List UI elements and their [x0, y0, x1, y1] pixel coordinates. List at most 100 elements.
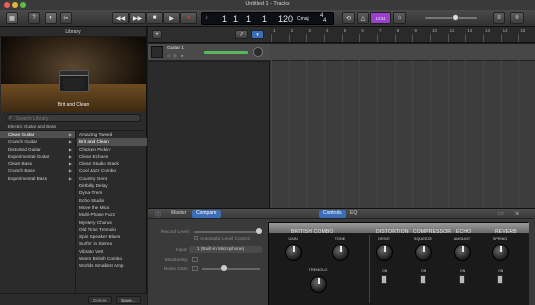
record-enable-icon[interactable]: ●	[181, 53, 183, 58]
library-button[interactable]: ▦	[6, 12, 18, 24]
patch-item[interactable]: Worlds Smallest Amp	[77, 262, 147, 269]
expand-icon[interactable]: ⇲	[514, 210, 519, 217]
tremolo-knob[interactable]	[310, 276, 327, 293]
lcd-beat: 1	[233, 14, 239, 24]
library-search[interactable]: ⌕	[6, 114, 141, 122]
rewind-button[interactable]: ◀◀	[112, 12, 129, 24]
patch-item[interactable]: Mystery Chorus	[77, 219, 147, 226]
patch-item[interactable]: Surfin' in Stereo	[77, 240, 147, 247]
ruler-tick	[465, 34, 467, 42]
delete-patch-button[interactable]: Delete	[88, 296, 112, 304]
spring-knob[interactable]	[492, 244, 509, 261]
amount-knob[interactable]	[454, 244, 471, 261]
patch-item[interactable]: Brit and Clean	[77, 138, 147, 146]
chevron-right-icon: ▶	[68, 132, 72, 137]
patch-item[interactable]: Move the Mics	[77, 204, 147, 211]
ruler-tick	[306, 34, 308, 42]
recording-settings: Record Level: Automatic Level Control In…	[148, 219, 266, 305]
category-item[interactable]: Clean Bass ▶	[0, 160, 75, 167]
inspector-icon[interactable]: ▭	[498, 210, 504, 217]
distortion-on-switch[interactable]	[381, 275, 387, 284]
controls-tab[interactable]: Controls	[319, 210, 346, 218]
squeeze-knob[interactable]	[415, 244, 432, 261]
record-button[interactable]: ●	[180, 12, 197, 24]
patch-item[interactable]: Clean Echoes	[77, 153, 147, 160]
fast-forward-icon: ▶▶	[132, 15, 143, 22]
category-item[interactable]: Distorted Guitar ▶	[0, 146, 75, 153]
cycle-button[interactable]: ⟲	[342, 12, 355, 24]
category-item[interactable]: Crunch Bass ▶	[0, 167, 75, 174]
patch-item[interactable]: Cool Jazz Combo	[77, 167, 147, 174]
record-level-knob[interactable]	[256, 228, 262, 234]
category-item[interactable]: Experimental Guitar ▶	[0, 153, 75, 160]
metronome-toggle-button[interactable]: ⌂	[393, 12, 406, 24]
timeline-ruler[interactable]: 1 2 3 4 5 6 7 8 9 10 11 12 13 14 15	[270, 27, 535, 43]
echo-on-switch[interactable]	[459, 275, 465, 284]
reverb-on-label: ON	[498, 269, 504, 273]
category-item[interactable]: Crunch Guitar ▶	[0, 138, 75, 145]
eq-tab[interactable]: EQ	[346, 210, 361, 218]
play-button[interactable]: ▶	[163, 12, 180, 24]
patch-item[interactable]: Clean Studio Stack	[77, 160, 147, 167]
patch-item[interactable]: Amazing Tweed	[77, 131, 147, 138]
empty-track-area[interactable]	[148, 62, 270, 208]
metronome-button[interactable]: △	[357, 12, 369, 24]
notepad-button[interactable]: ≡	[493, 12, 505, 24]
noise-gate-slider[interactable]	[202, 268, 260, 270]
track-header[interactable]: Guitar 1 ◁ ◎ ●	[148, 44, 270, 61]
library-search-input[interactable]	[16, 115, 136, 122]
fast-forward-button[interactable]: ▶▶	[129, 12, 146, 24]
master-volume-slider[interactable]	[425, 17, 477, 19]
patch-item[interactable]: Country Gent	[77, 175, 147, 182]
compressor-on-switch[interactable]	[420, 275, 426, 284]
patch-item[interactable]: Old Time Tremolo	[77, 226, 147, 233]
mute-icon[interactable]: ◁	[167, 53, 170, 58]
auto-level-checkbox[interactable]	[194, 236, 198, 240]
patch-item[interactable]: Vibrato Vett	[77, 248, 147, 255]
automation-button[interactable]: ⤤	[235, 30, 248, 39]
ruler-tick	[341, 34, 343, 42]
loop-browser-button[interactable]: ⌽	[510, 12, 524, 24]
drive-knob[interactable]	[376, 244, 393, 261]
gain-knob[interactable]	[285, 244, 302, 261]
help-button[interactable]: ?	[28, 12, 40, 24]
category-item[interactable]: Clean Guitar ▶	[0, 131, 75, 139]
add-track-button[interactable]: +	[152, 30, 162, 39]
arrange-area[interactable]	[270, 44, 535, 208]
master-tab[interactable]: Master	[167, 210, 190, 218]
ruler-bar-number: 12	[467, 28, 473, 33]
info-icon[interactable]: ⓘ	[155, 210, 161, 219]
noise-gate-knob[interactable]	[221, 265, 227, 271]
track-pan-knob[interactable]	[253, 47, 263, 57]
compare-button[interactable]: Compare	[192, 210, 221, 218]
solo-icon[interactable]: ◎	[173, 53, 177, 58]
patch-item[interactable]: Dyna-Trem	[77, 189, 147, 196]
catch-playhead-button[interactable]: ▾	[251, 30, 264, 39]
reverb-on-switch[interactable]	[497, 275, 503, 284]
patch-item[interactable]: Spin Speaker Blues	[77, 233, 147, 240]
track-lane[interactable]	[270, 44, 535, 61]
noise-gate-checkbox[interactable]: ✓	[192, 266, 198, 271]
patch-list: Amazing Tweed Brit and Clean Chicken Picki…	[77, 131, 147, 292]
stop-button[interactable]: ■	[146, 12, 163, 24]
patch-item[interactable]: Dirtbilly Delay	[77, 182, 147, 189]
save-patch-button[interactable]: Save...	[116, 296, 141, 304]
patch-item[interactable]: Echo Studio	[77, 197, 147, 204]
patch-item[interactable]: Warm British Combo	[77, 255, 147, 262]
tone-knob[interactable]	[332, 244, 349, 261]
track-volume-slider[interactable]	[204, 51, 248, 54]
patch-item[interactable]: Multi-Phase Fuzz	[77, 211, 147, 218]
lcd-display[interactable]: ♪ 1 1 1 1 120 Cmaj 4 4	[201, 12, 334, 25]
count-in-button[interactable]: 1234	[370, 12, 391, 24]
library-breadcrumb[interactable]: Electric Guitar and Bass	[8, 124, 56, 129]
record-level-slider[interactable]	[194, 231, 262, 233]
smart-controls-button[interactable]: ◐	[45, 12, 57, 24]
category-item[interactable]: Experimental Bass ▶	[0, 175, 75, 182]
master-volume-knob[interactable]	[452, 14, 459, 21]
compressor-label: COMPRESSOR	[413, 229, 452, 235]
input-select[interactable]: 1 (Built-in Microphone)	[189, 246, 262, 253]
editors-button[interactable]: ✂	[60, 12, 72, 24]
patch-item[interactable]: Chicken Pickin'	[77, 146, 147, 153]
monitoring-toggle[interactable]	[192, 257, 198, 262]
amplifier-image	[59, 70, 89, 92]
